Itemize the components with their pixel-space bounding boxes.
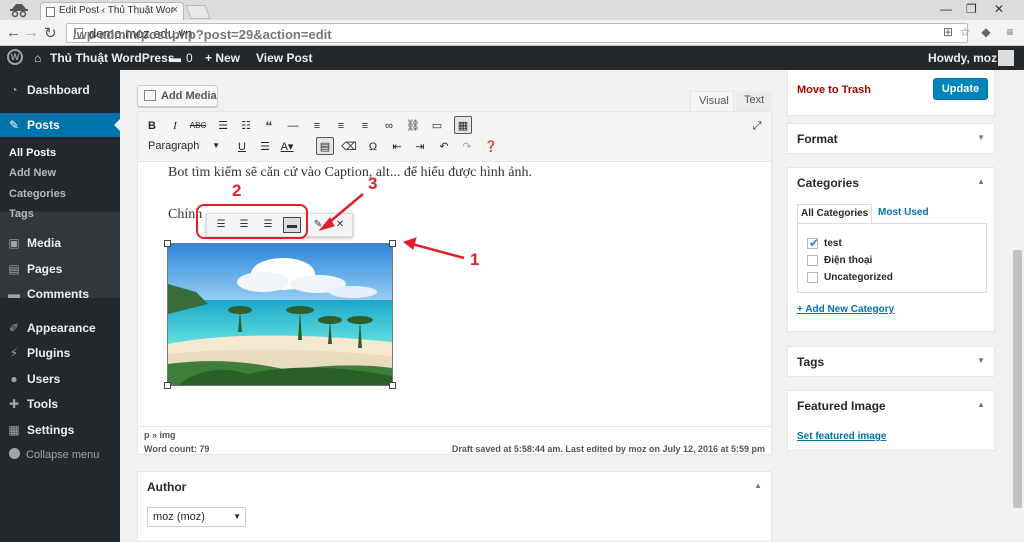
arrow-1-shaft — [411, 242, 465, 260]
annotation-arrows — [318, 193, 465, 260]
arrow-1-head — [402, 237, 417, 250]
